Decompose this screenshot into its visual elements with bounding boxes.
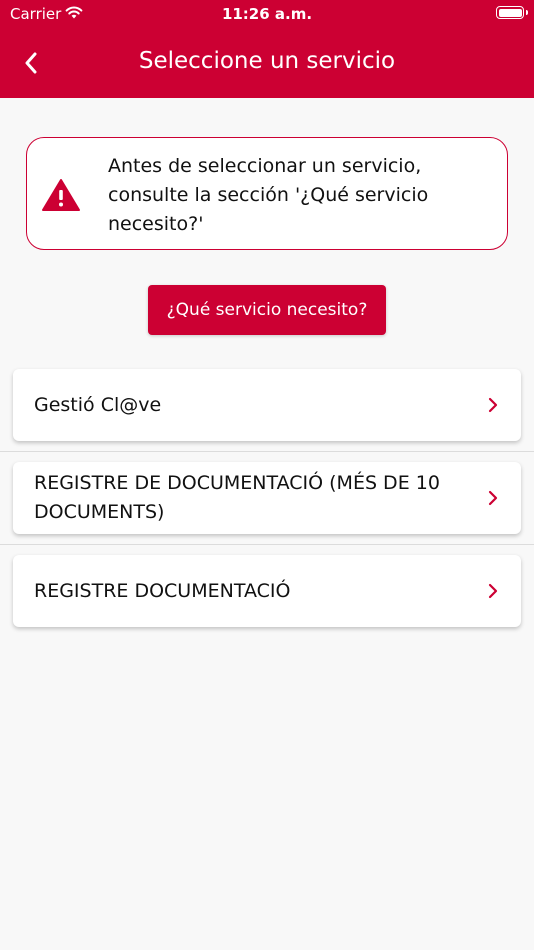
service-label: REGISTRE DOCUMENTACIÓ [34,579,291,602]
chevron-right-icon [488,490,498,506]
warning-icon [42,179,80,211]
warning-text: Antes de seleccionar un servicio, consul… [108,155,429,235]
battery-icon [496,6,528,19]
service-label: REGISTRE DE DOCUMENTACIÓ (MÉS DE 10 DOCU… [34,472,440,523]
warning-notice: Antes de seleccionar un servicio, consul… [26,137,508,250]
service-item-registre-documentacio[interactable]: REGISTRE DOCUMENTACIÓ [13,555,521,627]
chevron-right-icon [488,583,498,599]
which-service-button[interactable]: ¿Qué servicio necesito? [148,285,386,335]
status-bar: Carrier 11:26 a.m. [0,0,534,28]
battery-level [498,8,522,17]
service-label: Gestió Cl@ve [34,393,162,416]
service-item-gestio-clave[interactable]: Gestió Cl@ve [13,369,521,441]
divider [0,451,534,452]
chevron-right-icon [488,397,498,413]
service-item-registre-documentacio-10[interactable]: REGISTRE DE DOCUMENTACIÓ (MÉS DE 10 DOCU… [13,462,521,534]
navigation-header: Carrier 11:26 a.m. Seleccione un servici… [0,0,534,98]
page-title: Seleccione un servicio [138,48,396,74]
divider [0,544,534,545]
status-time: 11:26 a.m. [221,5,313,23]
